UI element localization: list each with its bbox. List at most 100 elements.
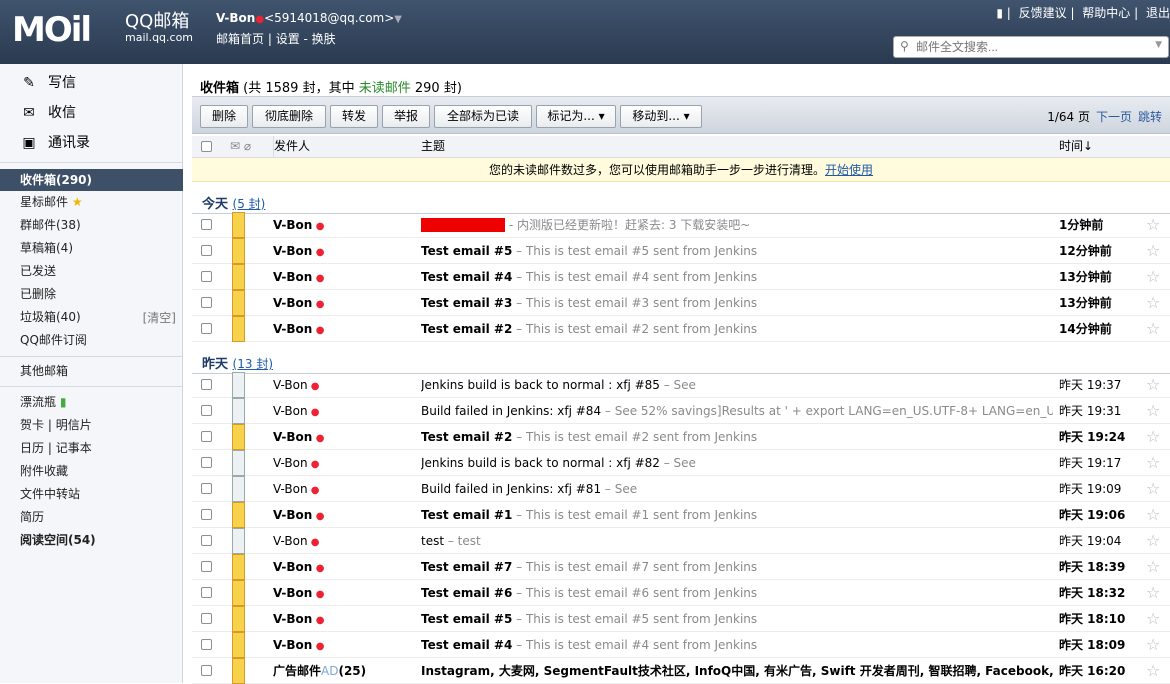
row-checkbox[interactable] [201,297,212,308]
link-logout[interactable]: 退出 [1146,6,1170,20]
table-row[interactable]: 广告邮件AD(25) Instagram, 大麦网, SegmentFault技术… [192,658,1170,684]
nav-subscriptions[interactable]: QQ邮件订阅 [20,332,87,348]
star-icon[interactable]: ☆ [1146,580,1160,606]
notice-start-link[interactable]: 开始使用 [825,163,873,177]
row-checkbox[interactable] [201,639,212,650]
nav-other-mailboxes[interactable]: 其他邮箱 [20,363,68,379]
phone-icon[interactable]: ▮ [996,6,1003,20]
row-checkbox[interactable] [201,483,212,494]
nav-spam[interactable]: 垃圾箱(40) [20,309,81,325]
nav-cards[interactable]: 贺卡 | 明信片 [20,417,92,433]
nav-drafts[interactable]: 草稿箱(4) [20,240,73,256]
chevron-down-icon[interactable]: ▼ [394,14,402,25]
nav-deleted[interactable]: 已删除 [20,286,56,302]
table-row[interactable]: V-Bon ● Test email #2 – This is test emai… [192,316,1170,342]
table-row[interactable]: V-Bon ● Test email #2 – This is test emai… [192,424,1170,450]
star-icon[interactable]: ☆ [1146,502,1160,528]
nav-calendar-notes[interactable]: 日历 | 记事本 [20,440,92,456]
nav-attachments[interactable]: 附件收藏 [20,463,68,479]
table-row[interactable]: V-Bon ● 内测版更新提示 - 内测版已经更新啦！赶紧去: 3 下载安装吧~ 1… [192,212,1170,238]
select-all-checkbox[interactable] [201,141,212,152]
forward-button[interactable]: 转发 [330,105,378,128]
table-row[interactable]: V-Bon ● Test email #4 – This is test emai… [192,264,1170,290]
table-row[interactable]: V-Bon ● Test email #5 – This is test emai… [192,238,1170,264]
row-checkbox[interactable] [201,245,212,256]
table-row[interactable]: V-Bon ● Jenkins build is back to normal :… [192,372,1170,398]
compose-button[interactable]: ✎ 写信 [20,68,76,98]
link-mail-home[interactable]: 邮箱首页 [216,32,264,46]
link-feedback[interactable]: 反馈建议 [1019,6,1067,20]
search-input[interactable] [916,39,1146,55]
star-icon[interactable]: ☆ [1146,632,1160,658]
star-icon[interactable]: ☆ [1146,212,1160,238]
col-time[interactable]: 时间↓ [1059,136,1093,157]
search-box[interactable]: ⚲ ▼ [893,36,1169,58]
jump-page-link[interactable]: 跳转 [1138,110,1162,124]
table-row[interactable]: V-Bon ● Test email #7 – This is test emai… [192,554,1170,580]
table-row[interactable]: V-Bon ● Build failed in Jenkins: xfj #84 … [192,398,1170,424]
nav-calendar[interactable]: 日历 [20,441,44,455]
star-icon[interactable]: ☆ [1146,316,1160,342]
star-icon[interactable]: ☆ [1146,424,1160,450]
row-checkbox[interactable] [201,457,212,468]
nav-resume[interactable]: 简历 [20,509,44,525]
col-sender[interactable]: 发件人 [273,136,310,157]
row-checkbox[interactable] [201,271,212,282]
link-skin[interactable]: 换肤 [312,32,336,46]
table-row[interactable]: V-Bon ● Test email #1 – This is test emai… [192,502,1170,528]
user-account[interactable]: V-Bon●<5914018@qq.com>▼ [216,11,402,25]
row-checkbox[interactable] [201,535,212,546]
permanent-delete-button[interactable]: 彻底删除 [252,105,326,128]
row-checkbox[interactable] [201,665,212,676]
nav-file-transfer[interactable]: 文件中转站 [20,486,80,502]
nav-group-mail[interactable]: 群邮件(38) [20,217,81,233]
star-icon[interactable]: ☆ [1146,450,1160,476]
row-checkbox[interactable] [201,431,212,442]
star-icon[interactable]: ☆ [1146,658,1160,684]
row-checkbox[interactable] [201,613,212,624]
star-icon[interactable]: ☆ [1146,372,1160,398]
row-checkbox[interactable] [201,587,212,598]
group-today-count[interactable]: (5 封) [233,197,266,211]
star-icon[interactable]: ☆ [1146,264,1160,290]
star-icon[interactable]: ☆ [1146,606,1160,632]
move-to-dropdown[interactable]: 移动到... ▾ [620,105,702,128]
table-row[interactable]: V-Bon ● Jenkins build is back to normal :… [192,450,1170,476]
clear-spam-link[interactable]: [清空] [143,309,176,326]
star-icon[interactable]: ☆ [1146,238,1160,264]
qqmail-logo[interactable]: MOil [12,10,92,50]
search-dropdown-icon[interactable]: ▼ [1155,40,1162,50]
row-checkbox[interactable] [201,379,212,390]
table-row[interactable]: V-Bon ● Test email #6 – This is test emai… [192,580,1170,606]
link-help[interactable]: 帮助中心 [1082,6,1130,20]
row-checkbox[interactable] [201,219,212,230]
table-row[interactable]: V-Bon ● Test email #5 – This is test emai… [192,606,1170,632]
nav-starred[interactable]: 星标邮件 ★ [20,194,83,210]
link-settings[interactable]: 设置 [276,32,300,46]
mark-as-dropdown[interactable]: 标记为... ▾ [536,105,616,128]
table-row[interactable]: V-Bon ● Build failed in Jenkins: xfj #81 … [192,476,1170,502]
nav-drift-bottle[interactable]: 漂流瓶 ▮ [20,394,66,410]
star-icon[interactable]: ☆ [1146,528,1160,554]
star-icon[interactable]: ☆ [1146,398,1160,424]
nav-postcard[interactable]: 明信片 [56,418,92,432]
delete-button[interactable]: 删除 [200,105,248,128]
nav-greeting-card[interactable]: 贺卡 [20,418,44,432]
star-icon[interactable]: ☆ [1146,554,1160,580]
nav-inbox[interactable]: 收件箱(290) [0,169,183,191]
row-checkbox[interactable] [201,323,212,334]
row-checkbox[interactable] [201,405,212,416]
table-row[interactable]: V-Bon ● Test email #4 – This is test emai… [192,632,1170,658]
star-icon[interactable]: ☆ [1146,290,1160,316]
nav-notes[interactable]: 记事本 [56,441,92,455]
row-checkbox[interactable] [201,561,212,572]
contacts-button[interactable]: ▣ 通讯录 [20,128,90,158]
col-subject[interactable]: 主题 [421,136,445,157]
nav-reading-space[interactable]: 阅读空间(54) [20,532,96,548]
report-button[interactable]: 举报 [382,105,430,128]
row-checkbox[interactable] [201,509,212,520]
group-yesterday-count[interactable]: (13 封) [233,357,273,371]
unread-link[interactable]: 未读邮件 [359,81,411,96]
table-row[interactable]: V-Bon ● Test email #3 – This is test emai… [192,290,1170,316]
next-page-link[interactable]: 下一页 [1096,110,1132,124]
